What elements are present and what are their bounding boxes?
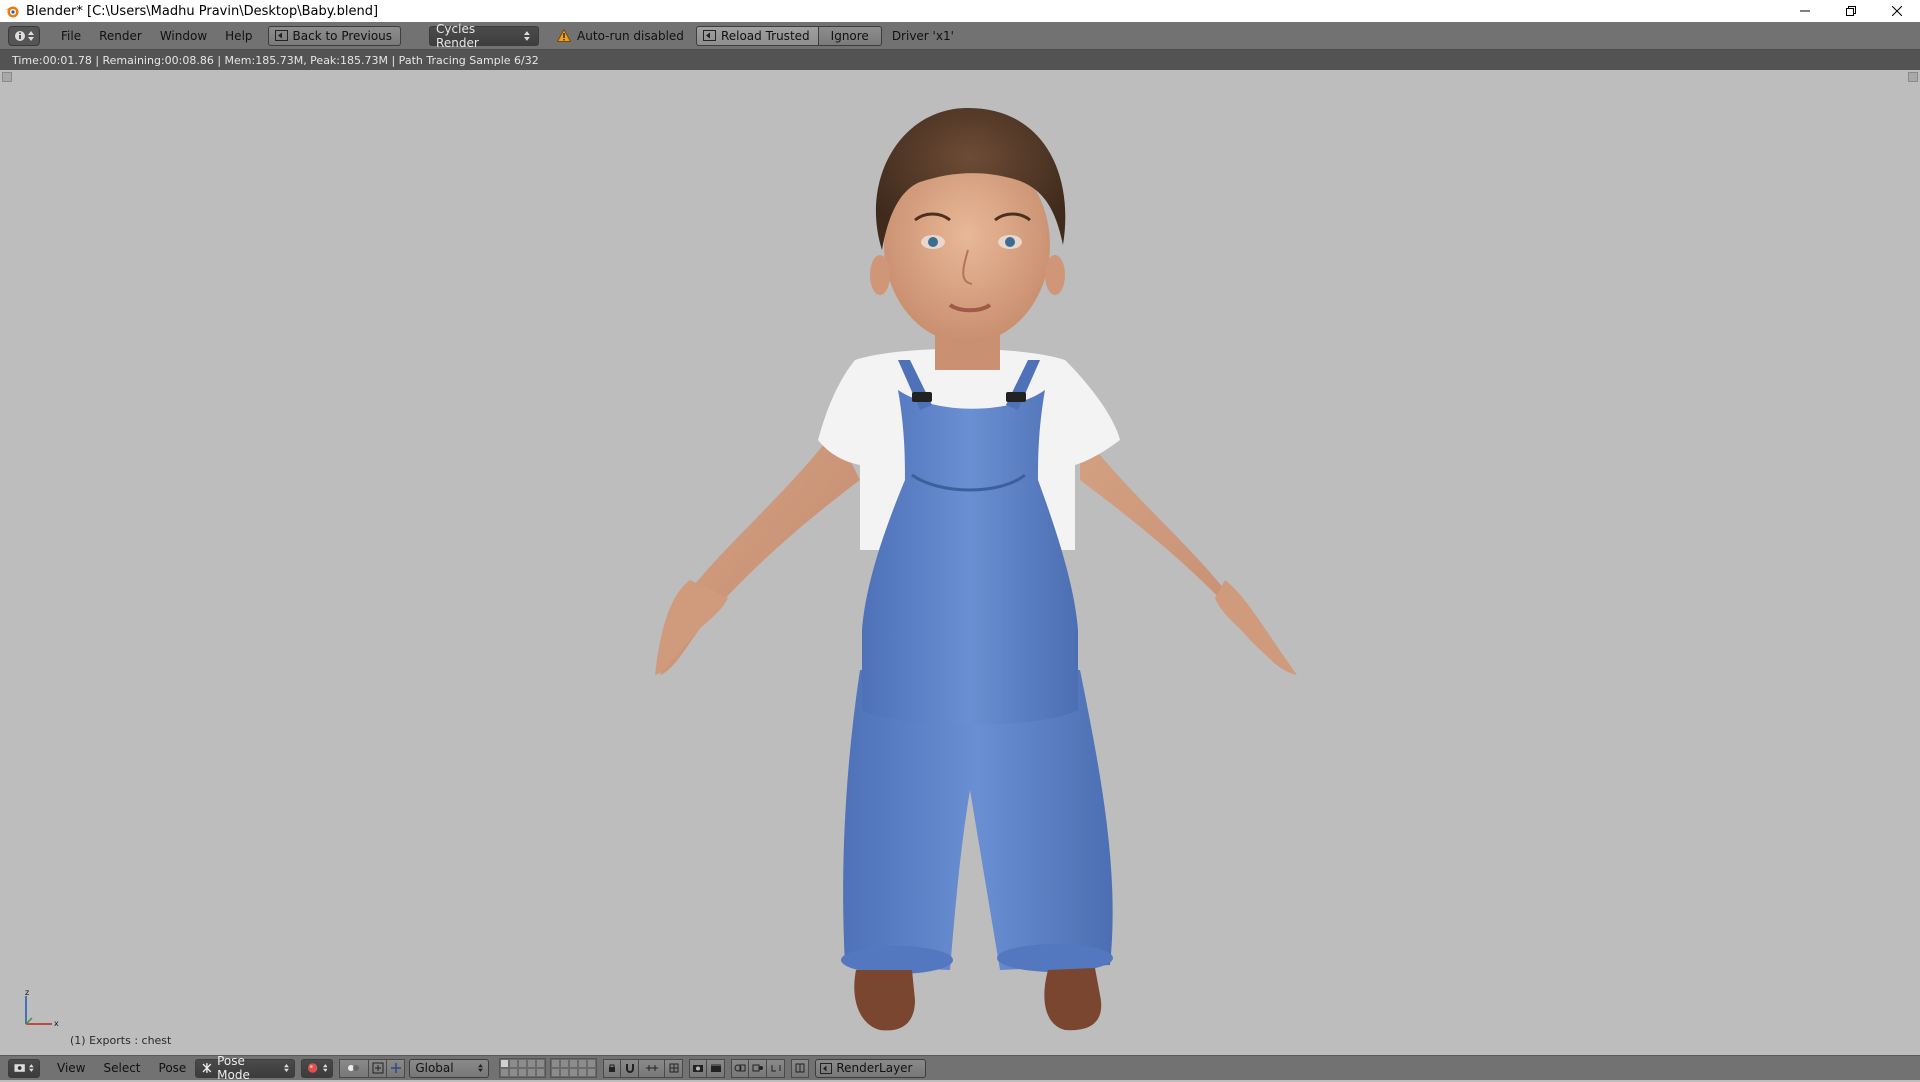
updown-arrows-icon [478, 1064, 484, 1072]
back-to-previous-label: Back to Previous [292, 28, 393, 43]
lock-layers-button[interactable] [603, 1058, 622, 1078]
autorun-warning-text: Auto-run disabled [577, 28, 684, 43]
axis-z-label: z [25, 990, 29, 997]
updown-arrows-icon [29, 1064, 34, 1072]
mode-select[interactable]: Pose Mode [195, 1054, 296, 1082]
grid-icon [669, 1063, 679, 1073]
info-icon [15, 30, 25, 41]
menu-render[interactable]: Render [90, 29, 151, 43]
menu-pose[interactable]: Pose [150, 1061, 196, 1075]
split-view-button[interactable] [791, 1058, 810, 1078]
transform-orientation-select[interactable]: Global [409, 1058, 490, 1078]
render-engine-select[interactable]: Cycles Render [429, 22, 540, 50]
orientation-value: Global [415, 1061, 454, 1075]
scene-layers-group-1[interactable] [499, 1058, 547, 1078]
back-to-previous-button[interactable]: Back to Previous [267, 25, 402, 46]
snap-toggle[interactable] [621, 1058, 640, 1078]
translate-icon [390, 1063, 401, 1073]
copy-pose-button[interactable] [731, 1058, 750, 1078]
lock-icon [609, 1064, 616, 1072]
menu-window[interactable]: Window [151, 29, 216, 43]
paste-flipped-icon [771, 1065, 781, 1072]
3d-view-icon [14, 1064, 25, 1072]
render-status-text: Time:00:01.78 | Remaining:00:08.86 | Mem… [12, 53, 539, 67]
pivot-point-select[interactable] [339, 1058, 370, 1078]
scene-layers-group-2[interactable] [550, 1058, 598, 1078]
screen-back-icon [274, 30, 288, 41]
pose-mode-icon [202, 1063, 212, 1073]
restore-icon [1846, 6, 1856, 16]
warning-icon [557, 29, 572, 42]
window-titlebar: Blender* [C:\Users\Madhu Pravin\Desktop\… [0, 0, 1920, 22]
snap-increment-icon [645, 1065, 658, 1071]
close-icon [1892, 6, 1902, 16]
paste-pose-button[interactable] [749, 1058, 768, 1078]
blender-logo-icon [5, 6, 19, 18]
proportional-edit-button[interactable] [665, 1058, 684, 1078]
translate-manipulator-button[interactable] [387, 1058, 406, 1078]
axis-gizmo: z x [25, 990, 59, 1028]
snap-element-select[interactable] [639, 1058, 666, 1078]
paste-flipped-pose-button[interactable] [767, 1058, 786, 1078]
minimize-button[interactable] [1782, 0, 1828, 22]
axis-x-label: x [54, 1019, 59, 1028]
viewport-shading-select[interactable] [301, 1058, 334, 1078]
menu-file[interactable]: File [52, 29, 90, 43]
render-still-button[interactable] [689, 1058, 708, 1078]
menu-select[interactable]: Select [94, 1061, 149, 1075]
manipulator-toggle[interactable] [369, 1058, 388, 1078]
ignore-label: Ignore [830, 28, 869, 43]
split-icon [795, 1063, 805, 1073]
reload-trusted-label: Reload Trusted [720, 28, 810, 43]
updown-arrows-icon [524, 30, 531, 41]
clapper-icon [710, 1064, 721, 1072]
3d-viewport[interactable]: z x (1) Exports : chest [0, 70, 1920, 1055]
render-engine-value: Cycles Render [436, 21, 479, 50]
render-layer-select[interactable]: RenderLayer [815, 1058, 926, 1078]
info-header: File Render Window Help Back to Previous… [0, 22, 1920, 50]
screen-icon [702, 30, 716, 41]
autorun-warning: Auto-run disabled [557, 29, 684, 43]
shading-sphere-icon [308, 1063, 318, 1073]
ignore-button[interactable]: Ignore [818, 25, 882, 46]
render-status-bar: Time:00:01.78 | Remaining:00:08.86 | Mem… [0, 50, 1920, 70]
menu-view[interactable]: View [48, 1061, 94, 1075]
magnet-icon [625, 1064, 634, 1073]
active-object-label: (1) Exports : chest [70, 1034, 172, 1047]
menu-help[interactable]: Help [216, 29, 261, 43]
driver-label: Driver 'x1' [891, 28, 954, 43]
mode-value: Pose Mode [217, 1054, 250, 1082]
updown-arrows-icon [322, 1064, 328, 1072]
editor-type-3dview[interactable] [8, 1058, 40, 1078]
render-animation-button[interactable] [707, 1058, 726, 1078]
rendered-baby-model [655, 107, 1297, 1031]
paste-pose-icon [752, 1064, 763, 1072]
reload-trusted-button[interactable]: Reload Trusted [695, 25, 819, 46]
3d-view-header: View Select Pose Pose Mode Global Render… [0, 1054, 1920, 1082]
updown-arrows-icon [284, 1064, 290, 1072]
updown-arrows-icon [28, 30, 34, 41]
camera-icon [693, 1065, 704, 1072]
pivot-icon [348, 1065, 360, 1071]
manipulator-icon [372, 1062, 384, 1074]
minimize-icon [1800, 10, 1810, 12]
window-title: Blender* [C:\Users\Madhu Pravin\Desktop\… [26, 3, 379, 19]
copy-pose-icon [734, 1064, 746, 1072]
restore-button[interactable] [1828, 0, 1874, 22]
render-layer-icon [820, 1062, 833, 1074]
editor-type-selector[interactable] [8, 25, 40, 46]
close-button[interactable] [1874, 0, 1920, 22]
render-layer-value: RenderLayer [836, 1061, 913, 1075]
